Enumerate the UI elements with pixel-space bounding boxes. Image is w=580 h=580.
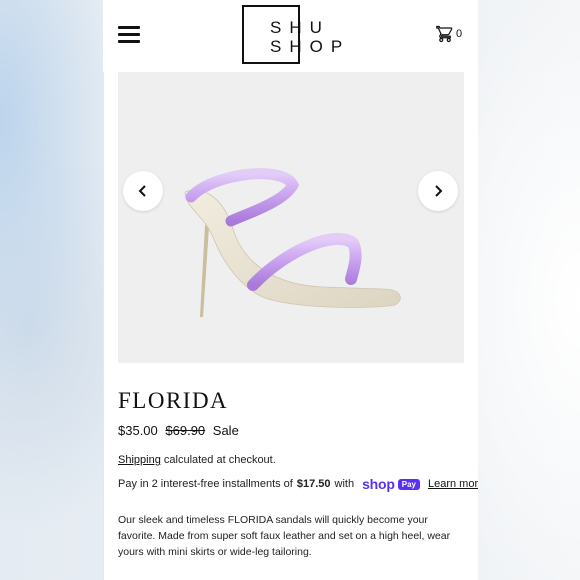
chevron-left-icon [138, 185, 146, 197]
logo-line-1: SHU [270, 18, 330, 37]
shopping-cart-icon [436, 25, 453, 43]
next-image-button[interactable] [418, 171, 458, 211]
product-page: SHU SHOP 0 FLORIDA $35.00 $69.90 Sale Sh… [103, 0, 478, 580]
chevron-right-icon [435, 185, 443, 197]
installment-amount: $17.50 [296, 478, 331, 490]
shipping-note: Shipping calculated at checkout. [118, 454, 276, 466]
learn-more-link[interactable]: Learn more [428, 478, 478, 490]
product-title: FLORIDA [118, 388, 229, 413]
product-image-gallery[interactable] [118, 72, 464, 363]
sale-price: $35.00 [118, 423, 158, 438]
previous-image-button[interactable] [123, 171, 163, 211]
cart-button[interactable]: 0 [436, 24, 462, 44]
sandal-product-image [184, 168, 401, 317]
shop-pay-badge: Pay [397, 478, 420, 490]
price-row: $35.00 $69.90 Sale [118, 423, 239, 438]
installments-prefix: Pay in 2 interest-free installments of [118, 478, 293, 490]
shipping-link[interactable]: Shipping [118, 454, 161, 466]
product-description: Our sleek and timeless FLORIDA sandals w… [118, 514, 451, 558]
logo-line-2: SHOP [270, 37, 351, 56]
hamburger-menu-icon[interactable] [118, 24, 140, 44]
installments-suffix: with [334, 478, 355, 490]
sale-label: Sale [212, 423, 239, 438]
shushop-logo[interactable]: SHU SHOP [242, 5, 342, 64]
divider [103, 72, 104, 580]
cart-count: 0 [456, 28, 463, 40]
shipping-text: calculated at checkout. [160, 454, 276, 466]
compare-at-price: $69.90 [165, 423, 206, 438]
shop-pay-installments: Pay in 2 interest-free installments of $… [118, 476, 478, 492]
site-header: SHU SHOP 0 [103, 0, 478, 72]
shop-pay-logo: shop [362, 476, 395, 492]
